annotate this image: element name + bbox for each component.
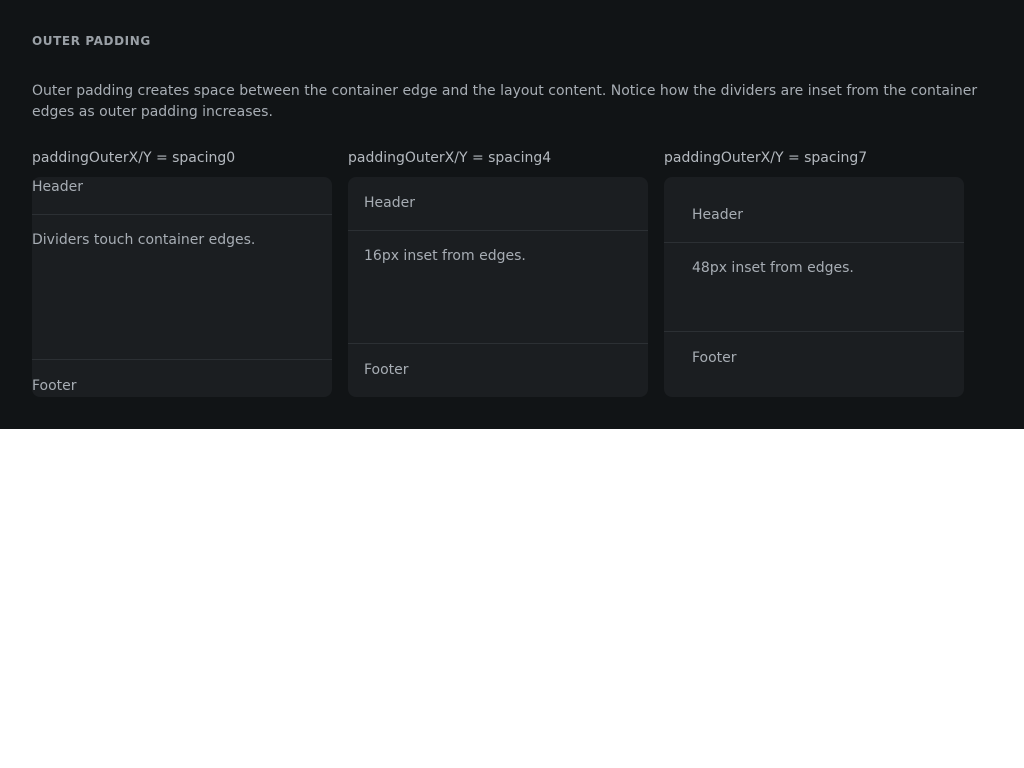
section-description: Outer padding creates space between the … [32, 83, 978, 120]
card-footer-text: Footer [32, 378, 77, 394]
section-title: OUTER PADDING [32, 34, 151, 48]
card-body-text: 16px inset from edges. [364, 248, 526, 264]
outer-padding-section: OUTER PADDING Outer padding creates spac… [0, 0, 1024, 429]
card-body: 16px inset from edges. [364, 231, 648, 343]
card-body-text: 48px inset from edges. [692, 260, 854, 276]
card-header-text: Header [692, 207, 743, 223]
card-header-text: Header [364, 195, 415, 211]
card-body-text: Dividers touch container edges. [32, 232, 256, 248]
demo-spacing7: paddingOuterX/Y = spacing7 Header 48px i… [664, 149, 964, 397]
demo-label: paddingOuterX/Y = spacing0 [32, 150, 236, 166]
demo-spacing4: paddingOuterX/Y = spacing4 Header 16px i… [348, 149, 648, 397]
card-footer: Footer [664, 331, 964, 369]
card-footer-text: Footer [364, 362, 409, 378]
card-body: 48px inset from edges. [692, 243, 964, 331]
card-body: Dividers touch container edges. [32, 215, 332, 359]
layout-card: Header 48px inset from edges. Footer [664, 177, 964, 397]
demo-label: paddingOuterX/Y = spacing4 [348, 150, 552, 166]
card-footer: Footer [348, 343, 648, 381]
layout-card: Header Dividers touch container edges. F… [32, 177, 332, 397]
card-footer-text: Footer [692, 350, 737, 366]
card-footer: Footer [32, 359, 332, 397]
layout-card: Header 16px inset from edges. Footer [348, 177, 648, 397]
card-header: Header [32, 177, 332, 215]
card-header: Header [348, 193, 648, 231]
card-header: Header [664, 205, 964, 243]
demo-label: paddingOuterX/Y = spacing7 [664, 150, 868, 166]
card-header-text: Header [32, 179, 83, 195]
demo-spacing0: paddingOuterX/Y = spacing0 Header Divide… [32, 149, 332, 397]
